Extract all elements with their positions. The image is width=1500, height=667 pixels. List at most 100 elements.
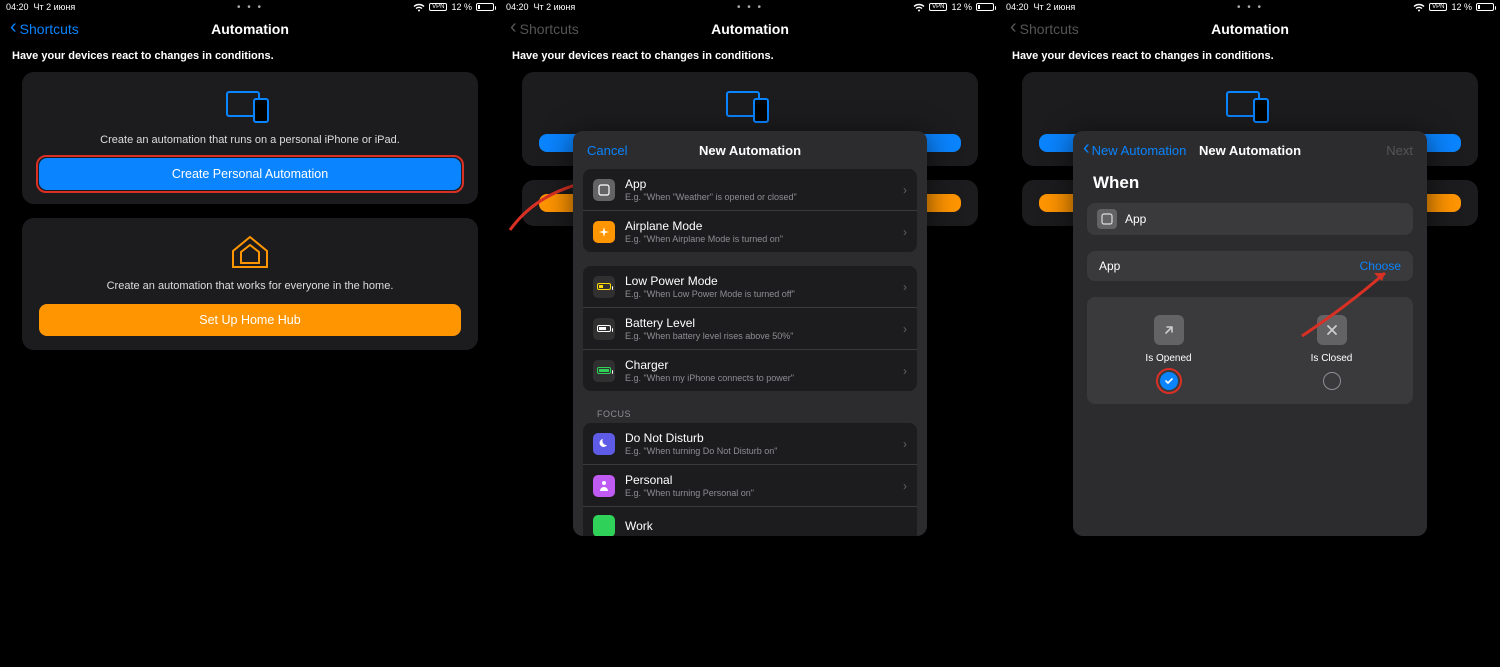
chevron-right-icon: › [903,225,907,239]
wifi-icon [1413,3,1425,12]
new-automation-modal: Cancel New Automation AppE.g. "When "Wea… [573,131,927,536]
status-date: Чт 2 июня [1034,2,1076,12]
app-choose-row[interactable]: App Choose [1087,251,1413,281]
page-title: Automation [211,21,289,37]
battery-percent: 12 % [451,2,472,12]
trigger-row-personal[interactable]: PersonalE.g. "When turning Personal on" … [583,465,917,507]
row-title: App [625,177,903,191]
nav-bar: Shortcuts Automation [500,14,1000,44]
home-automation-card: Create an automation that works for ever… [22,218,478,350]
trigger-row-airplane[interactable]: Airplane ModeE.g. "When Airplane Mode is… [583,211,917,252]
home-card-desc: Create an automation that works for ever… [30,280,470,292]
airplane-icon [593,221,615,243]
home-icon [30,232,470,274]
page-title: Automation [1211,21,1289,37]
trigger-row-battery[interactable]: Battery LevelE.g. "When battery level ri… [583,308,917,350]
option-is-opened[interactable]: Is Opened [1087,315,1250,390]
trigger-row-dnd[interactable]: Do Not DisturbE.g. "When turning Do Not … [583,423,917,465]
personal-automation-card: Create an automation that runs on a pers… [22,72,478,204]
window-dots[interactable]: • • • [737,2,763,13]
chevron-left-icon [1083,143,1090,158]
app-trigger-modal: New Automation New Automation Next When … [1073,131,1427,536]
next-button[interactable]: Next [1386,143,1413,158]
x-icon [1317,315,1347,345]
screen-2: 04:20 Чт 2 июня • • • VPN 12 % Shortcuts… [500,0,1000,667]
app-icon [593,179,615,201]
briefcase-icon [593,515,615,536]
back-button[interactable]: Shortcuts [510,21,579,37]
row-title: Airplane Mode [625,219,903,233]
vpn-icon: VPN [429,3,447,11]
window-dots[interactable]: • • • [237,2,263,13]
modal-back-button[interactable]: New Automation [1083,143,1186,158]
chevron-right-icon: › [903,280,907,294]
window-dots[interactable]: • • • [1237,2,1263,13]
status-bar: 04:20 Чт 2 июня • • • VPN 12 % [500,0,1000,14]
back-label: Shortcuts [1020,21,1079,37]
row-title: Work [625,519,907,533]
page-subtitle: Have your devices react to changes in co… [500,44,1000,72]
row-title: Do Not Disturb [625,431,903,445]
status-time: 04:20 [6,2,29,12]
back-button[interactable]: Shortcuts [10,21,79,37]
app-square-icon [1097,209,1117,229]
status-date: Чт 2 июня [534,2,576,12]
battery-percent: 12 % [1451,2,1472,12]
battery-level-icon [593,318,615,340]
page-subtitle: Have your devices react to changes in co… [1000,44,1500,72]
screen-3: 04:20 Чт 2 июня • • • VPN 12 % Shortcuts… [1000,0,1500,667]
create-personal-automation-button[interactable]: Create Personal Automation [39,158,461,190]
row-subtitle: E.g. "When turning Personal on" [625,488,903,498]
back-label: Shortcuts [520,21,579,37]
choose-link[interactable]: Choose [1360,259,1401,273]
row-subtitle: E.g. "When "Weather" is opened or closed… [625,192,903,202]
battery-percent: 12 % [951,2,972,12]
row-title: Charger [625,358,903,372]
chevron-right-icon: › [903,437,907,451]
status-time: 04:20 [1006,2,1029,12]
modal-title: New Automation [699,143,801,158]
modal-title: New Automation [1199,143,1301,158]
battery-icon [476,3,494,11]
focus-section-label: FOCUS [583,405,917,423]
moon-icon [593,433,615,455]
charger-icon [593,360,615,382]
status-bar: 04:20 Чт 2 июня • • • VPN 12 % [1000,0,1500,14]
status-time: 04:20 [506,2,529,12]
option-opened-label: Is Opened [1145,353,1191,364]
setup-home-hub-button[interactable]: Set Up Home Hub [39,304,461,336]
radio-checked[interactable] [1160,372,1178,390]
app-pill-label: App [1125,212,1146,226]
battery-icon [1476,3,1494,11]
wifi-icon [413,3,425,12]
low-power-icon [593,276,615,298]
chevron-right-icon: › [903,479,907,493]
screen-1: 04:20 Чт 2 июня • • • VPN 12 % Shortcuts… [0,0,500,667]
trigger-row-lowpower[interactable]: Low Power ModeE.g. "When Low Power Mode … [583,266,917,308]
chevron-right-icon: › [903,364,907,378]
row-title: Personal [625,473,903,487]
chevron-right-icon: › [903,322,907,336]
row-subtitle: E.g. "When Airplane Mode is turned on" [625,234,903,244]
app-row-label: App [1099,259,1120,273]
page-title: Automation [711,21,789,37]
trigger-row-app[interactable]: AppE.g. "When "Weather" is opened or clo… [583,169,917,211]
back-label: Shortcuts [20,21,79,37]
chevron-left-icon [510,21,517,37]
row-subtitle: E.g. "When turning Do Not Disturb on" [625,446,903,456]
back-button[interactable]: Shortcuts [1010,21,1079,37]
battery-icon [976,3,994,11]
vpn-icon: VPN [1429,3,1447,11]
chevron-left-icon [1010,21,1017,37]
status-date: Чт 2 июня [34,2,76,12]
option-is-closed[interactable]: Is Closed [1250,315,1413,390]
radio-unchecked[interactable] [1323,372,1341,390]
when-heading: When [1087,169,1413,203]
nav-bar: Shortcuts Automation [0,14,500,44]
cancel-button[interactable]: Cancel [587,143,627,158]
trigger-row-charger[interactable]: ChargerE.g. "When my iPhone connects to … [583,350,917,391]
status-bar: 04:20 Чт 2 июня • • • VPN 12 % [0,0,500,14]
trigger-row-work[interactable]: Work [583,507,917,536]
open-close-options: Is Opened Is Closed [1087,297,1413,404]
row-subtitle: E.g. "When my iPhone connects to power" [625,373,903,383]
